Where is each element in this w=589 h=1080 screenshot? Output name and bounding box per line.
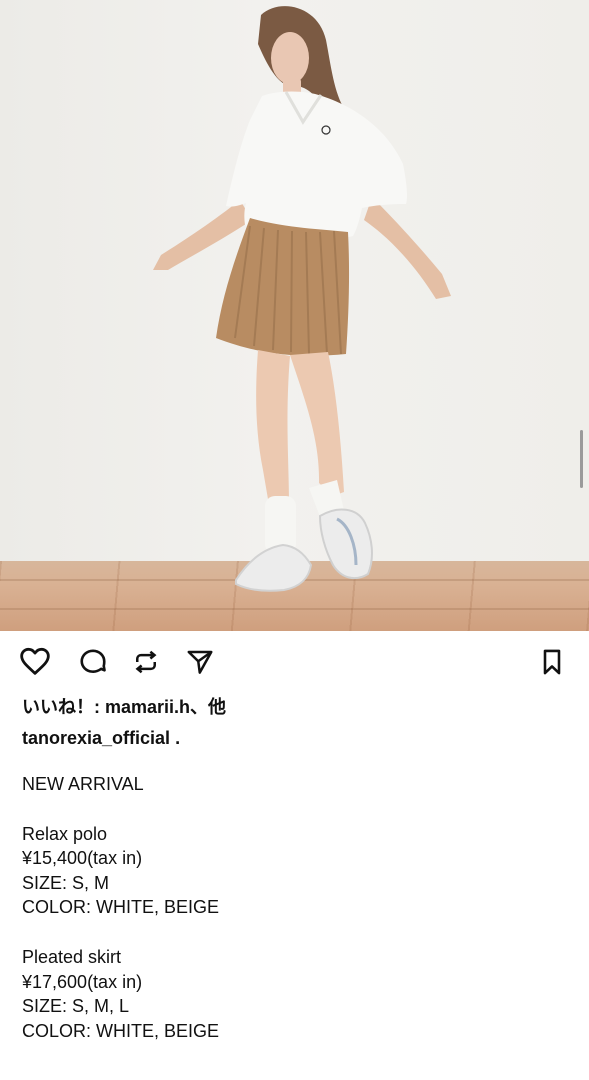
comment-icon[interactable] bbox=[75, 644, 111, 680]
product-name: Pleated skirt bbox=[22, 946, 122, 967]
post-image[interactable] bbox=[0, 0, 589, 631]
username[interactable]: tanorexia_official bbox=[22, 728, 170, 748]
send-icon[interactable] bbox=[182, 644, 218, 680]
product-name: Relax polo bbox=[22, 823, 108, 844]
username-suffix: . bbox=[170, 728, 181, 748]
product-size: SIZE: S, M, L bbox=[22, 996, 130, 1017]
heart-icon[interactable] bbox=[17, 644, 53, 680]
scroll-indicator[interactable] bbox=[580, 430, 583, 488]
post-actions-bar bbox=[0, 644, 589, 688]
repost-icon[interactable] bbox=[128, 644, 164, 680]
product-size: SIZE: S, M bbox=[22, 872, 110, 893]
bookmark-icon[interactable] bbox=[534, 644, 570, 680]
product-color: COLOR: WHITE, BEIGE bbox=[22, 897, 220, 918]
product-price: ¥17,600(tax in) bbox=[22, 971, 143, 992]
caption: NEW ARRIVAL Relax polo ¥15,400(tax in) S… bbox=[22, 772, 567, 1043]
likes-summary[interactable]: いいね！: mamarii.h、他 bbox=[22, 694, 567, 721]
product-price: ¥15,400(tax in) bbox=[22, 848, 143, 869]
caption-headline: NEW ARRIVAL bbox=[22, 774, 144, 794]
caption-owner-line: tanorexia_official . bbox=[22, 725, 567, 752]
model-illustration bbox=[153, 6, 451, 592]
product-color: COLOR: WHITE, BEIGE bbox=[22, 1020, 220, 1041]
post-text: いいね！: mamarii.h、他 tanorexia_official . N… bbox=[22, 694, 567, 1043]
